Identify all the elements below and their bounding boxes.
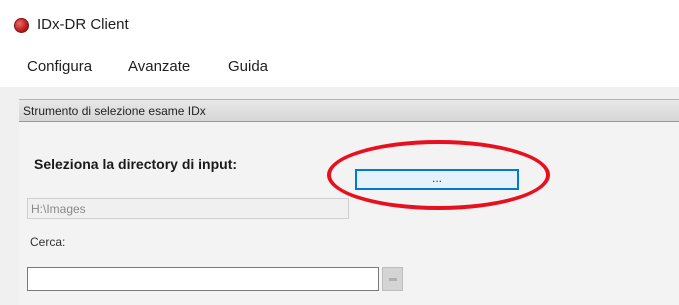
search-button-icon bbox=[389, 278, 397, 281]
input-directory-label: Seleziona la directory di input: bbox=[34, 156, 238, 172]
search-input[interactable] bbox=[27, 267, 379, 291]
input-path-field: H:\Images bbox=[27, 198, 349, 219]
menu-bar: Configura Avanzate Guida bbox=[0, 37, 679, 87]
section-header: Strumento di selezione esame IDx bbox=[19, 99, 679, 122]
browse-button[interactable]: ... bbox=[355, 169, 519, 190]
section-title: Strumento di selezione esame IDx bbox=[23, 104, 206, 118]
menu-guida[interactable]: Guida bbox=[228, 58, 268, 75]
window-title: IDx-DR Client bbox=[37, 16, 129, 33]
search-button[interactable] bbox=[382, 267, 403, 291]
app-icon bbox=[14, 18, 29, 33]
menu-avanzate[interactable]: Avanzate bbox=[128, 58, 190, 75]
search-label: Cerca: bbox=[30, 235, 66, 249]
title-bar: IDx-DR Client bbox=[0, 0, 679, 37]
menu-configura[interactable]: Configura bbox=[27, 58, 92, 75]
app-window: IDx-DR Client Configura Avanzate Guida S… bbox=[0, 0, 679, 305]
